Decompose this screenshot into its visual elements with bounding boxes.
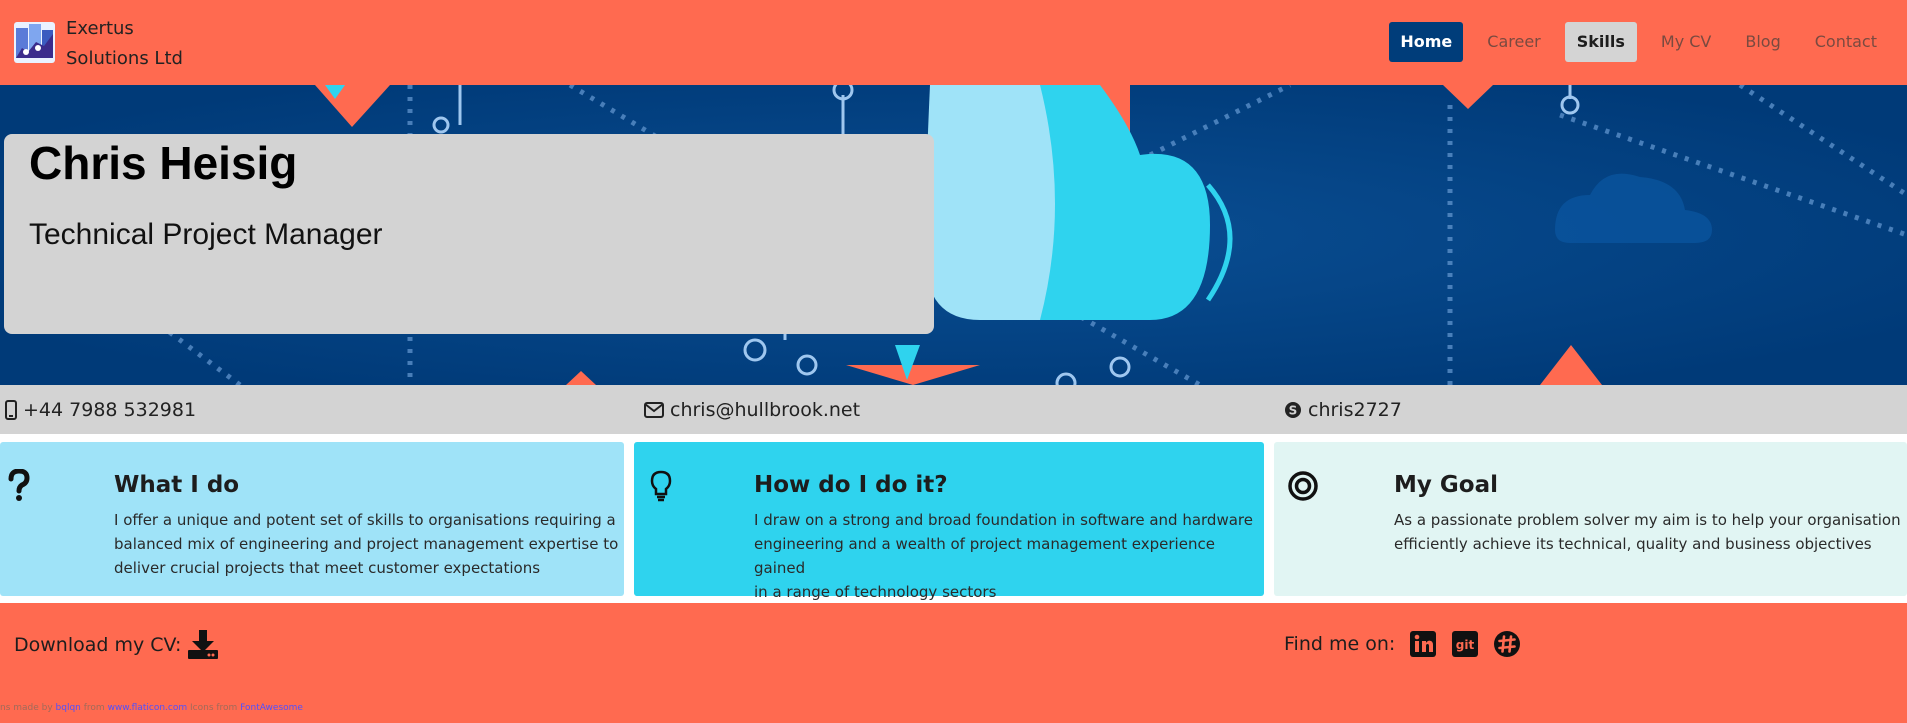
skype-icon: S bbox=[1285, 401, 1301, 418]
card-text-line: I offer a unique and potent set of skill… bbox=[114, 511, 616, 529]
site-header: Exertus Solutions Ltd Home Career Skills… bbox=[0, 0, 1907, 85]
lightbulb-icon bbox=[650, 470, 672, 502]
social-links: Find me on: git bbox=[1284, 630, 1521, 658]
card-text-line: balanced mix of engineering and project … bbox=[114, 535, 619, 553]
find-label: Find me on: bbox=[1284, 633, 1396, 655]
hero-card: Chris Heisig Technical Project Manager bbox=[4, 134, 934, 334]
brand-name: Exertus Solutions Ltd bbox=[66, 14, 183, 74]
skype-handle: chris2727 bbox=[1308, 398, 1402, 421]
nav-my-cv[interactable]: My CV bbox=[1651, 22, 1721, 62]
nav-contact[interactable]: Contact bbox=[1805, 22, 1887, 62]
nav-skills[interactable]: Skills bbox=[1564, 22, 1637, 62]
brand-line-2: Solutions Ltd bbox=[66, 48, 183, 69]
brand[interactable]: Exertus Solutions Ltd bbox=[14, 18, 183, 74]
question-icon bbox=[8, 469, 30, 501]
card-text-line: engineering and a wealth of project mana… bbox=[754, 535, 1215, 577]
hero-name: Chris Heisig bbox=[29, 137, 298, 189]
target-icon bbox=[1288, 471, 1318, 501]
nav-blog[interactable]: Blog bbox=[1735, 22, 1790, 62]
card-my-goal: My Goal As a passionate problem solver m… bbox=[1274, 442, 1907, 596]
card-heading: How do I do it? bbox=[754, 472, 948, 498]
contact-strip: +44 7988 532981 chris@hullbrook.net S ch… bbox=[0, 385, 1907, 434]
hero-job-title: Technical Project Manager bbox=[29, 218, 383, 251]
icon-credits: ns made by bqlqn from www.flaticon.com I… bbox=[0, 703, 303, 713]
linkedin-icon[interactable] bbox=[1409, 630, 1437, 658]
card-heading: My Goal bbox=[1394, 472, 1498, 498]
svg-text:S: S bbox=[1289, 403, 1298, 417]
credits-flaticon-link[interactable]: www.flaticon.com bbox=[108, 703, 188, 713]
download-icon[interactable] bbox=[187, 630, 219, 660]
credits-text: Icons from bbox=[187, 703, 241, 713]
download-label: Download my CV: bbox=[14, 634, 182, 656]
nav-home[interactable]: Home bbox=[1389, 22, 1464, 62]
info-cards: What I do I offer a unique and potent se… bbox=[0, 442, 1907, 601]
card-text-line: As a passionate problem solver my aim is… bbox=[1394, 511, 1901, 529]
credits-fontawesome-link[interactable]: FontAwesome bbox=[240, 703, 303, 713]
download-cv: Download my CV: bbox=[14, 630, 219, 660]
slack-icon[interactable] bbox=[1493, 630, 1521, 658]
credits-author-link[interactable]: bqlqn bbox=[56, 703, 81, 713]
credits-text: from bbox=[80, 703, 108, 713]
card-text-line: deliver crucial projects that meet custo… bbox=[114, 559, 541, 577]
phone-contact[interactable]: +44 7988 532981 bbox=[5, 385, 196, 434]
nav-career[interactable]: Career bbox=[1477, 22, 1550, 62]
svg-text:git: git bbox=[1456, 638, 1475, 652]
phone-number: +44 7988 532981 bbox=[23, 398, 197, 421]
brand-line-1: Exertus bbox=[66, 18, 134, 39]
card-text-line: I draw on a strong and broad foundation … bbox=[754, 511, 1253, 529]
email-address: chris@hullbrook.net bbox=[670, 398, 861, 421]
mobile-phone-icon bbox=[5, 399, 17, 420]
card-text: I offer a unique and potent set of skill… bbox=[114, 508, 618, 580]
card-text: As a passionate problem solver my aim is… bbox=[1394, 508, 1901, 556]
git-icon[interactable]: git bbox=[1451, 630, 1479, 658]
main-nav: Home Career Skills My CV Blog Contact bbox=[1389, 22, 1907, 62]
card-what-i-do: What I do I offer a unique and potent se… bbox=[0, 442, 624, 596]
hero-banner: Chris Heisig Technical Project Manager bbox=[0, 85, 1907, 385]
card-heading: What I do bbox=[114, 472, 240, 498]
site-footer: Download my CV: Find me on: git ns made … bbox=[0, 603, 1907, 723]
skype-contact[interactable]: S chris2727 bbox=[1284, 385, 1402, 434]
card-text: I draw on a strong and broad foundation … bbox=[754, 508, 1264, 604]
credits-text: ns made by bbox=[0, 703, 56, 713]
card-text-line: in a range of technology sectors bbox=[754, 583, 997, 601]
card-text-line: efficiently achieve its technical, quali… bbox=[1394, 535, 1872, 553]
card-how-do-i: How do I do it? I draw on a strong and b… bbox=[634, 442, 1264, 601]
company-logo-icon bbox=[14, 22, 55, 63]
email-contact[interactable]: chris@hullbrook.net bbox=[644, 385, 860, 434]
envelope-icon bbox=[644, 401, 664, 418]
